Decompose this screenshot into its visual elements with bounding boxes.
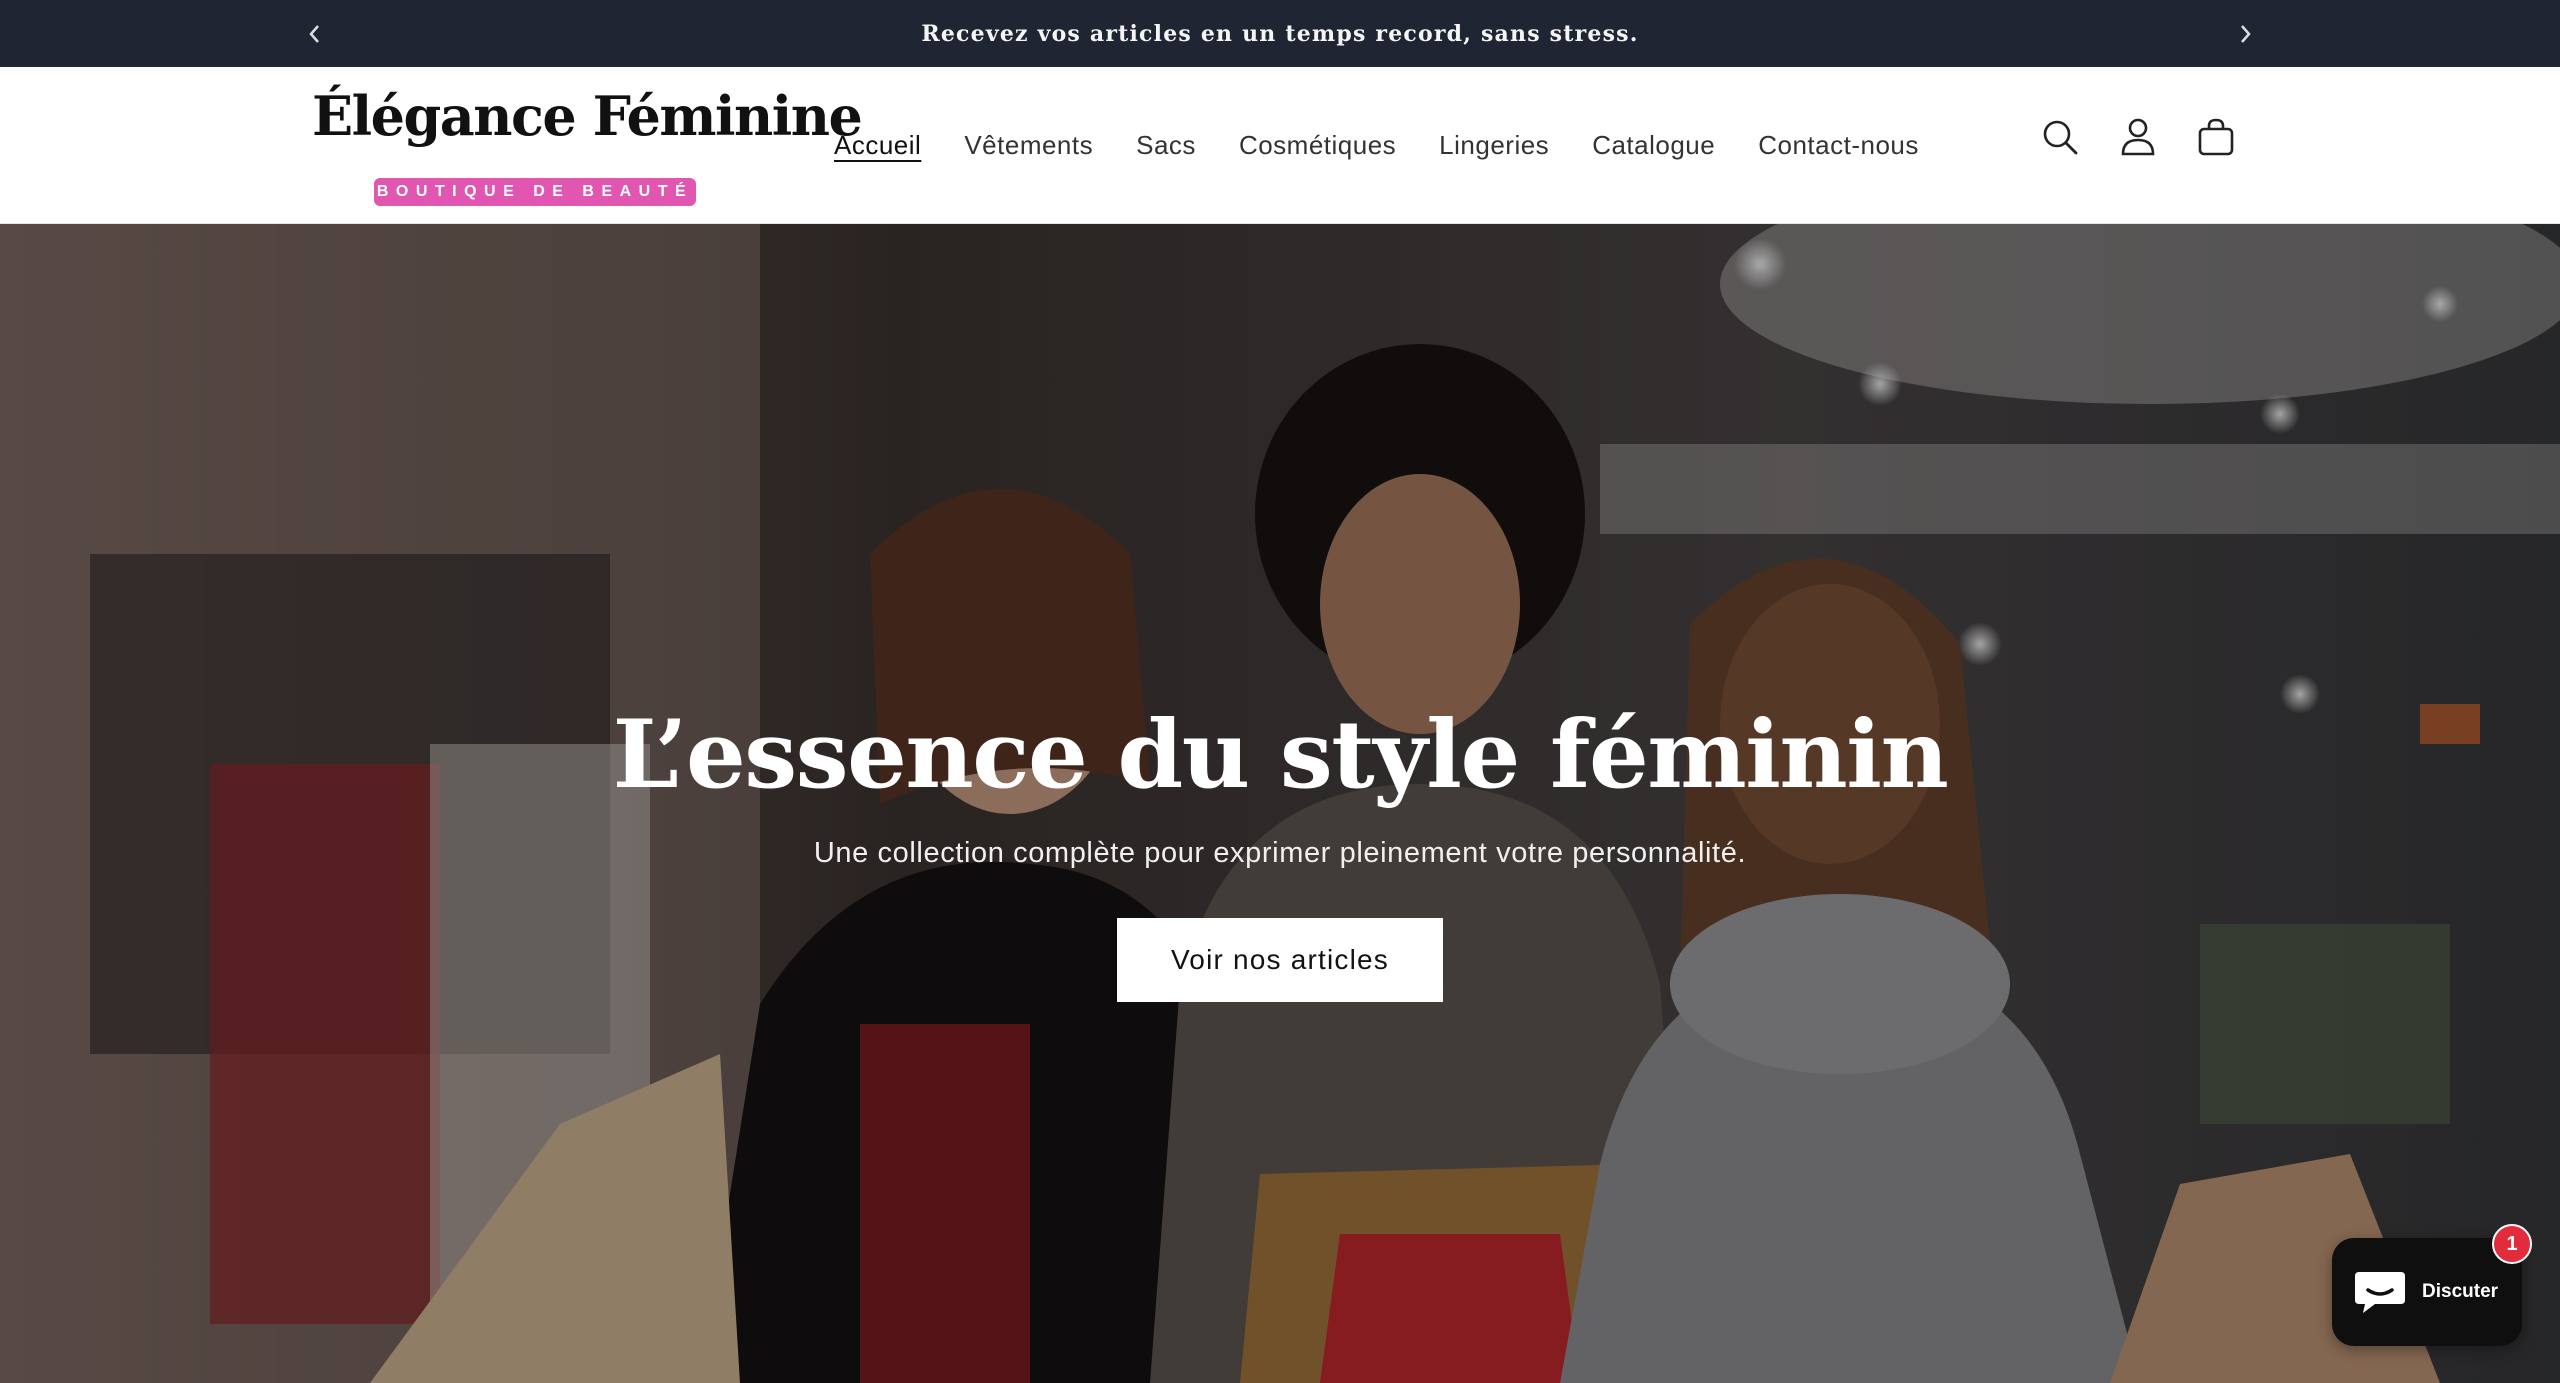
hero-banner: L’essence du style féminin Une collectio… [0,224,2560,1383]
chat-bubble-icon [2352,1266,2408,1318]
search-icon[interactable] [2040,115,2080,159]
chevron-left-icon[interactable] [298,18,330,50]
chevron-right-icon[interactable] [2230,18,2262,50]
nav-item-accueil[interactable]: Accueil [834,130,921,161]
header-icons [2040,115,2236,159]
nav-item-contact[interactable]: Contact-nous [1758,130,1919,161]
main-navigation: Accueil Vêtements Sacs Cosmétiques Linge… [834,67,1962,224]
account-icon[interactable] [2118,115,2158,159]
cart-icon[interactable] [2196,115,2236,159]
announcement-text: Recevez vos articles en un temps record,… [921,20,1639,47]
announcement-bar: Recevez vos articles en un temps record,… [0,0,2560,67]
site-header: Élégance Féminine BOUTIQUE DE BEAUTÉ Acc… [0,67,2560,224]
logo-tagline: BOUTIQUE DE BEAUTÉ [374,178,696,206]
logo-title: Élégance Féminine [312,84,863,148]
nav-item-lingeries[interactable]: Lingeries [1439,130,1549,161]
chat-notification-badge: 1 [2492,1224,2532,1264]
nav-item-vetements[interactable]: Vêtements [964,130,1093,161]
view-articles-button[interactable]: Voir nos articles [1117,918,1443,1003]
store-logo[interactable]: Élégance Féminine BOUTIQUE DE BEAUTÉ [312,84,863,206]
nav-item-sacs[interactable]: Sacs [1136,130,1196,161]
hero-title: L’essence du style féminin [612,700,1949,810]
hero-subtitle: Une collection complète pour exprimer pl… [813,837,1747,870]
chat-label: Discuter [2422,1281,2499,1302]
hero-content: L’essence du style féminin Une collectio… [0,700,2560,1003]
nav-item-catalogue[interactable]: Catalogue [1592,130,1715,161]
chat-widget-button[interactable]: Discuter 1 [2332,1224,2532,1346]
nav-item-cosmetiques[interactable]: Cosmétiques [1239,130,1396,161]
